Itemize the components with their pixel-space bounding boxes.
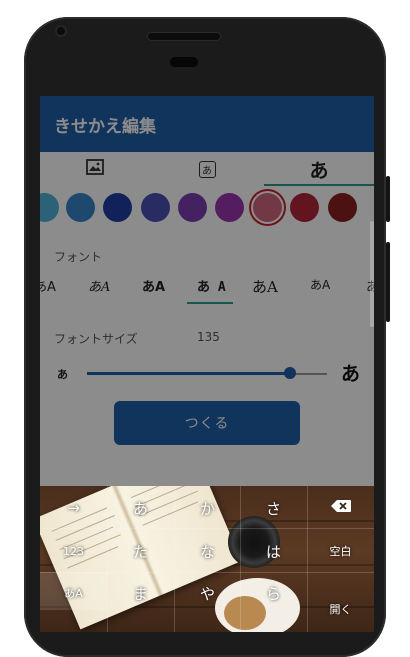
font-size-value: 135	[197, 330, 220, 344]
key-numbers[interactable]: 123	[40, 533, 107, 569]
key-sa[interactable]: さ	[240, 490, 307, 526]
sensor-pill	[170, 57, 198, 67]
backspace-icon	[330, 499, 352, 517]
create-button[interactable]: つくる	[114, 401, 300, 445]
key-ha[interactable]: は	[240, 533, 307, 569]
power-button	[386, 176, 390, 222]
key-a[interactable]: あ	[107, 490, 174, 526]
color-swatch[interactable]	[290, 193, 319, 222]
color-swatch[interactable]	[215, 193, 244, 222]
image-icon	[86, 159, 104, 179]
tab-hiragana[interactable]: あ	[264, 152, 374, 186]
font-option[interactable]: あA	[40, 276, 56, 295]
key-row-divider	[40, 572, 374, 573]
editor-tabs: あ あ	[40, 152, 374, 186]
color-swatch[interactable]	[178, 193, 207, 222]
font-size-label: フォントサイズ	[54, 332, 138, 346]
font-box-glyph: あ	[202, 165, 212, 177]
front-camera	[57, 27, 65, 35]
font-option-selected[interactable]: あ A	[197, 276, 226, 295]
tab-background[interactable]	[40, 152, 150, 186]
color-swatch[interactable]	[141, 193, 170, 222]
font-label: フォント	[54, 250, 103, 264]
color-swatch-selected[interactable]	[253, 193, 282, 222]
key-ma[interactable]: ま	[107, 575, 174, 611]
font-option[interactable]: あA	[88, 276, 110, 295]
key-backspace[interactable]	[307, 490, 374, 526]
font-size-slider-thumb[interactable]	[284, 367, 296, 379]
keyboard-preview: → あ か さ 123 た な は 空白 あA ま や ら 開く	[40, 486, 374, 632]
color-swatch[interactable]	[328, 193, 357, 222]
key-ta[interactable]: た	[107, 533, 174, 569]
app-title: きせかえ編集	[54, 117, 156, 137]
scroll-indicator	[370, 221, 374, 327]
phone-screen: きせかえ編集 あ あ フォント あA あA あA あ A あA あA あ フォン…	[40, 96, 374, 632]
key-ra[interactable]: ら	[240, 575, 307, 611]
font-size-slider-fill	[87, 372, 290, 375]
key-arrow-right[interactable]: →	[40, 490, 107, 526]
font-option[interactable]: あA	[252, 276, 278, 297]
font-box-icon: あ	[198, 160, 216, 178]
color-swatch[interactable]	[103, 193, 132, 222]
tab-font-style[interactable]: あ	[152, 152, 262, 186]
app-bar: きせかえ編集	[40, 96, 374, 152]
color-swatch[interactable]	[40, 193, 59, 222]
font-size-max-glyph: あ	[341, 363, 361, 385]
key-row-divider	[40, 528, 374, 529]
key-input-mode[interactable]: あA	[40, 575, 107, 611]
tab-indicator	[264, 184, 374, 186]
key-na[interactable]: な	[174, 533, 241, 569]
key-ya[interactable]: や	[174, 575, 241, 611]
color-swatch[interactable]	[66, 193, 95, 222]
font-option[interactable]: あA	[142, 276, 165, 295]
font-option[interactable]: あA	[310, 276, 330, 293]
volume-button	[386, 242, 390, 322]
key-ka[interactable]: か	[174, 490, 241, 526]
font-size-min-glyph: あ	[57, 368, 68, 381]
font-selected-underline	[187, 302, 233, 304]
key-open[interactable]: 開く	[307, 591, 374, 627]
key-space[interactable]: 空白	[307, 533, 374, 569]
earpiece-speaker	[148, 33, 220, 40]
color-swatch-row	[40, 188, 374, 228]
